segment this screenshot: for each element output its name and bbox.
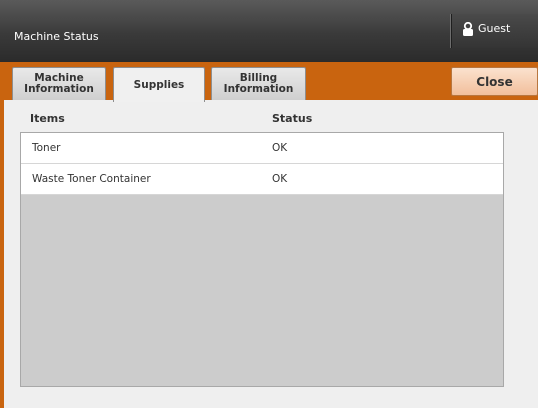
row-item-name: Toner	[32, 142, 61, 154]
supplies-list[interactable]: Toner OK Waste Toner Container OK	[20, 132, 504, 387]
guest-label: Guest	[478, 22, 511, 35]
close-button[interactable]: Close	[451, 67, 538, 96]
guest-login-button[interactable]: Guest	[452, 14, 538, 48]
window-title: Machine Status	[14, 30, 99, 43]
table-row[interactable]: Waste Toner Container OK	[21, 164, 503, 195]
tab-machine-information[interactable]: Machine Information	[12, 67, 106, 100]
table-row[interactable]: Toner OK	[21, 133, 503, 164]
row-item-status: OK	[272, 142, 288, 154]
row-item-name: Waste Toner Container	[32, 173, 151, 185]
tab-billing-information-label: Billing Information	[223, 72, 294, 95]
row-item-status: OK	[272, 173, 288, 185]
column-header-items: Items	[30, 112, 65, 125]
column-header-status: Status	[272, 112, 313, 125]
user-lock-icon	[462, 21, 474, 36]
tab-machine-information-label: Machine Information	[24, 72, 94, 95]
tab-supplies-label: Supplies	[133, 78, 185, 91]
tab-billing-information[interactable]: Billing Information	[211, 67, 306, 100]
tab-supplies[interactable]: Supplies	[113, 67, 205, 102]
machine-status-screen: Machine Status Guest Machine Information …	[0, 0, 538, 408]
